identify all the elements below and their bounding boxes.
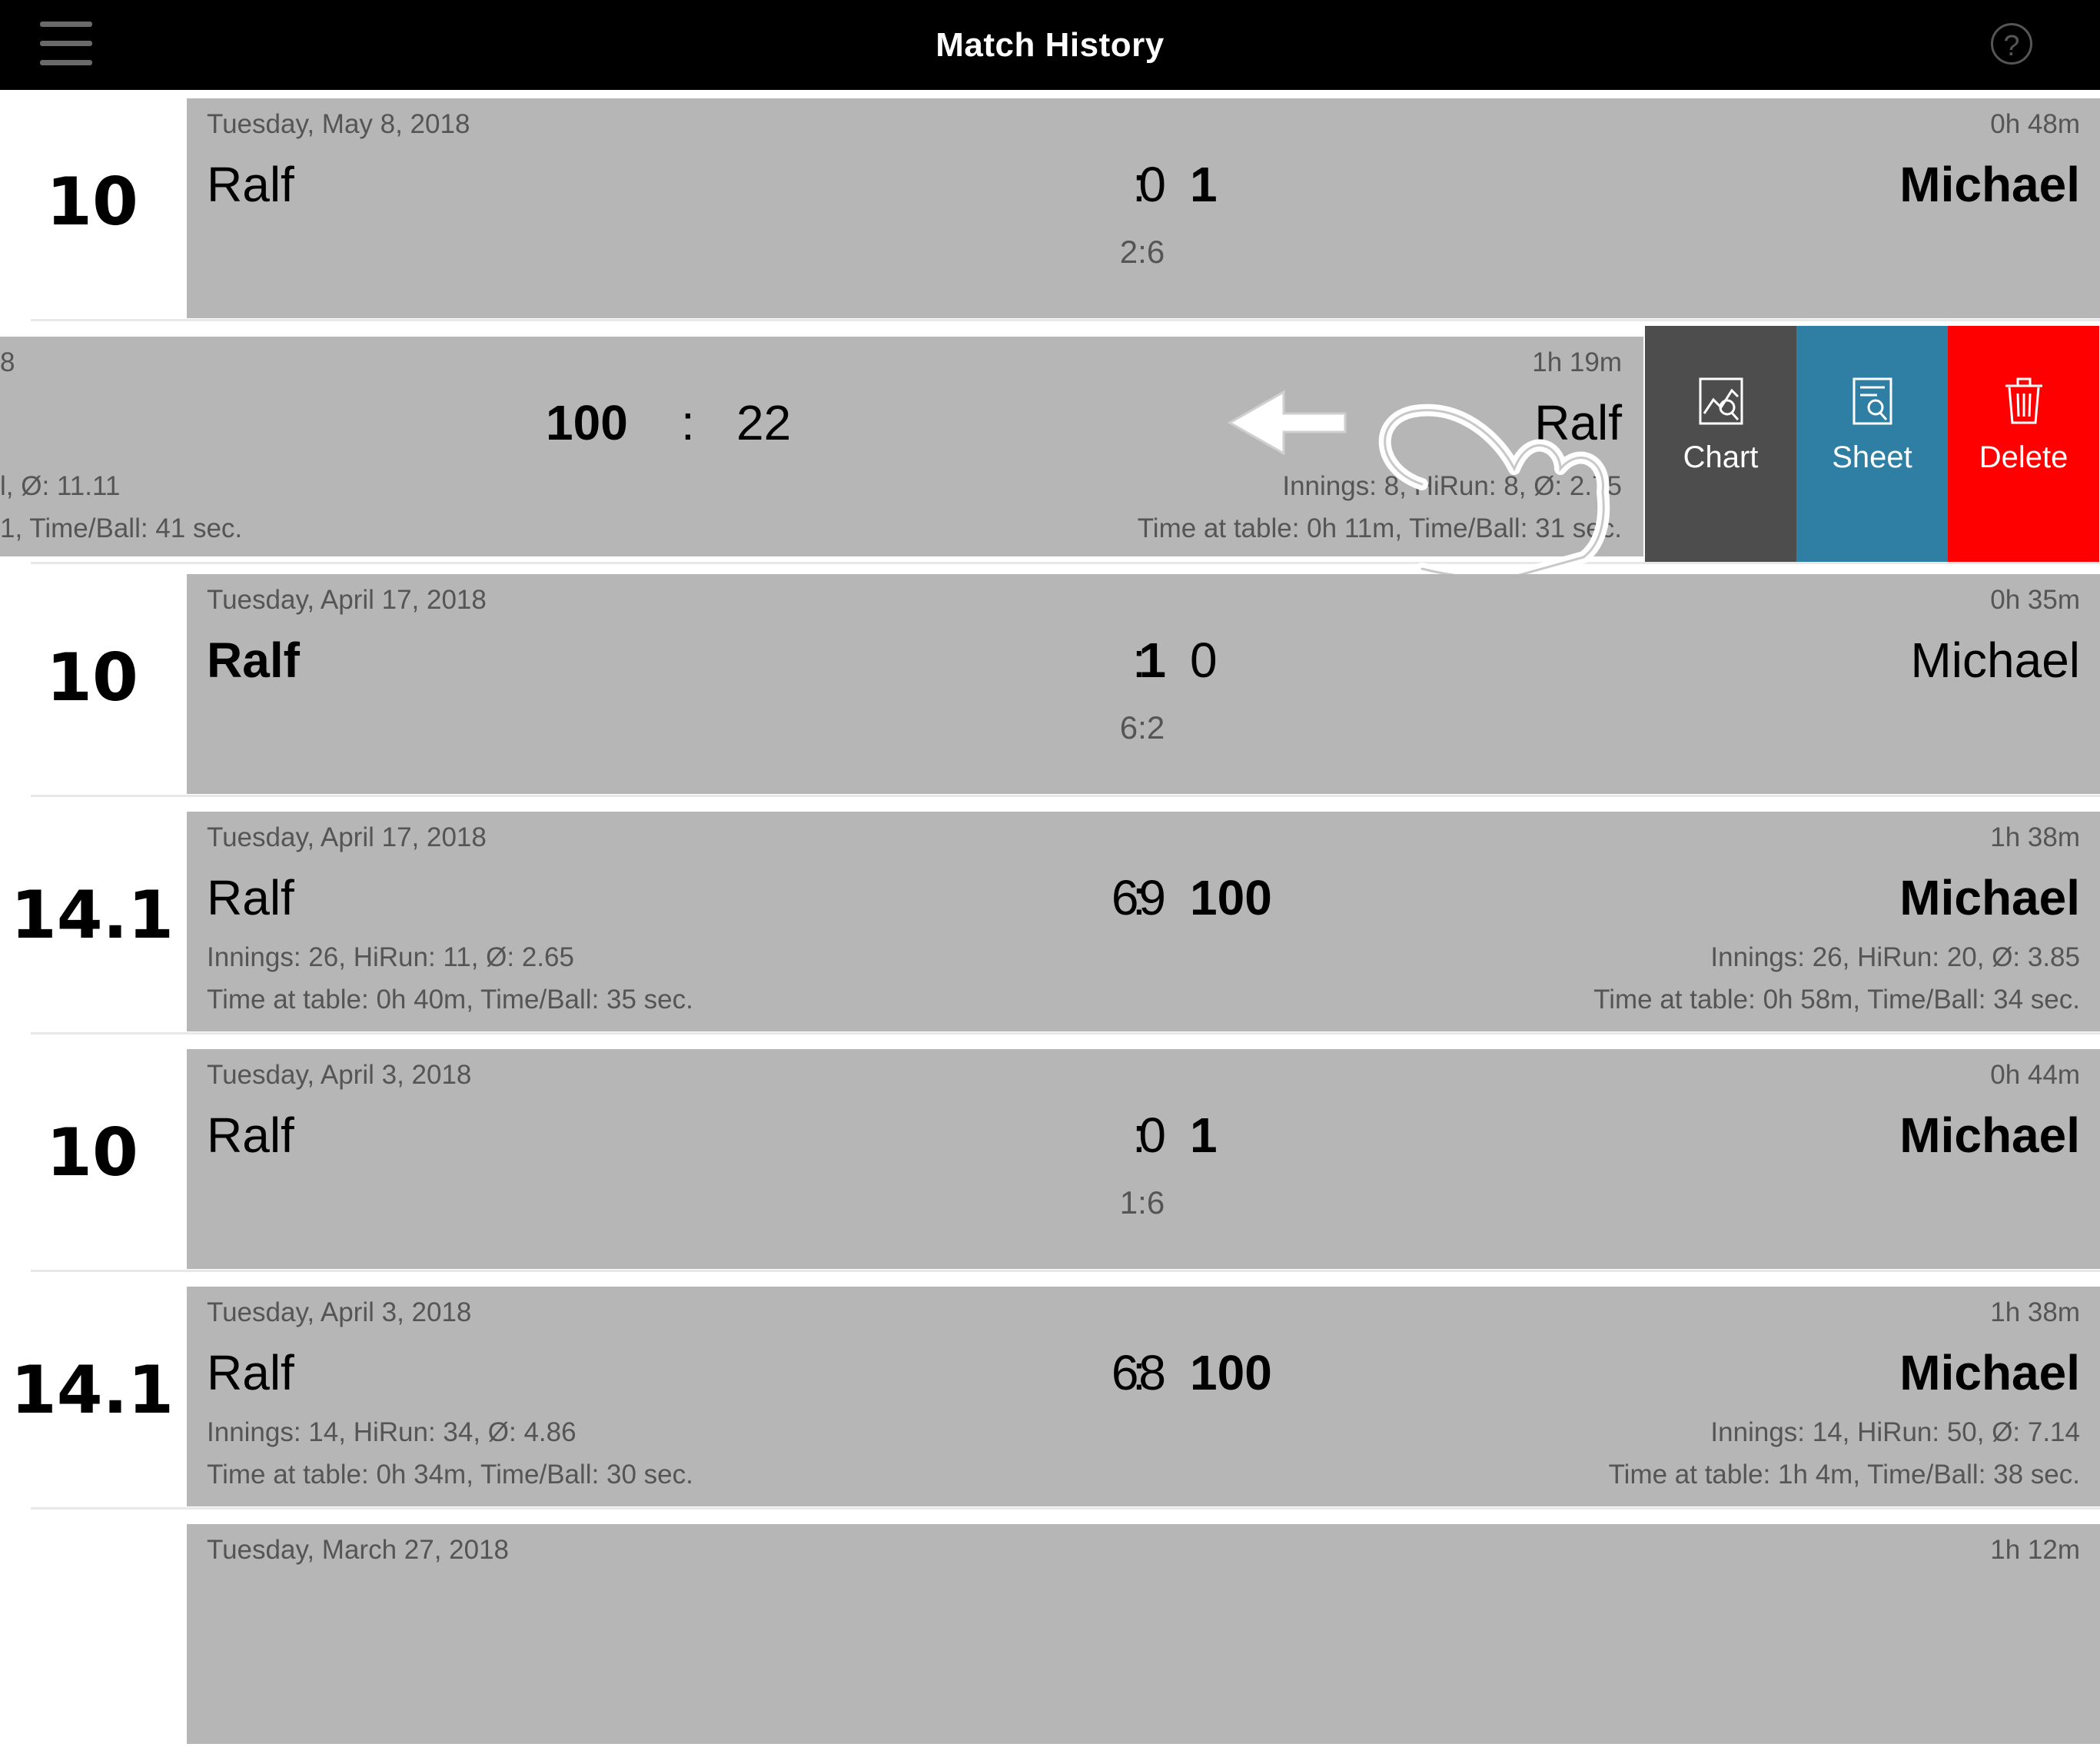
game-type: 10 [46, 1114, 138, 1191]
match-card[interactable]: Tuesday, May 8, 2018 0h 48m Ralf 0 : 1 M… [187, 98, 2100, 318]
sheet-button[interactable]: Sheet [1796, 326, 1948, 564]
player2-score: 22 [736, 395, 792, 450]
match-duration: 0h 44m [1990, 1060, 2080, 1090]
player2-name: Michael [1899, 1108, 2080, 1163]
player2-name: Michael [1899, 157, 2080, 212]
player2-stats: Innings: 14, HiRun: 50, Ø: 7.14 [1710, 1417, 2080, 1447]
game-type: 14.1 [10, 877, 174, 954]
player2-name: Michael [1910, 633, 2080, 688]
row-divider [31, 1270, 2100, 1272]
player1-name: Ralf [207, 1345, 294, 1400]
match-date: Tuesday, April 17, 2018 [207, 822, 487, 852]
player2-time-stats: Time at table: 1h 4m, Time/Ball: 38 sec. [1608, 1460, 2080, 1490]
player2-name: Michael [1899, 1345, 2080, 1400]
score-separator: : [1132, 633, 1146, 688]
match-date: Tuesday, April 17, 2018 [207, 585, 487, 615]
match-date: Tuesday, March 27, 2018 [207, 1535, 509, 1565]
match-duration: 1h 38m [1990, 1297, 2080, 1327]
row-divider [31, 1507, 2100, 1510]
player1-stats: Innings: 14, HiRun: 34, Ø: 4.86 [207, 1417, 577, 1447]
match-date: Tuesday, April 3, 2018 [207, 1060, 472, 1090]
match-card[interactable]: Tuesday, April 3, 2018 0h 44m Ralf 0 : 1… [187, 1049, 2100, 1269]
match-duration: 0h 48m [1990, 109, 2080, 139]
page-title: Match History [935, 26, 1165, 64]
game-type: 10 [46, 639, 138, 716]
row-divider [31, 795, 2100, 797]
sub-score: 6:2 [1119, 709, 1165, 746]
match-duration: 1h 19m [1532, 347, 1622, 377]
help-icon[interactable]: ? [1991, 23, 2032, 65]
sheet-icon [1852, 377, 1892, 425]
match-duration: 0h 35m [1990, 585, 2080, 615]
player2-score: 0 [1190, 633, 1218, 688]
match-card[interactable]: Tuesday, April 17, 2018 0h 35m Ralf 1 : … [187, 574, 2100, 794]
chart-label: Chart [1683, 440, 1759, 474]
score-separator: : [1132, 1108, 1146, 1163]
player1-stats: Innings: 26, HiRun: 11, Ø: 2.65 [207, 942, 574, 972]
player1-time-stats: Time at table: 0h 34m, Time/Ball: 30 sec… [207, 1460, 693, 1490]
delete-button[interactable]: Delete [1948, 326, 2099, 564]
game-type: 10 [46, 164, 138, 241]
row-divider [31, 319, 2100, 321]
player1-time-stats: 1, Time/Ball: 41 sec. [0, 513, 243, 543]
match-card[interactable]: Tuesday, March 27, 2018 1h 12m [187, 1524, 2100, 1744]
match-row[interactable]: 10 Tuesday, April 3, 2018 0h 44m Ralf 0 … [0, 1041, 2100, 1272]
match-date: 8 [0, 347, 15, 377]
match-date: Tuesday, April 3, 2018 [207, 1297, 472, 1327]
score-separator: : [1132, 870, 1146, 925]
sub-score: 2:6 [1119, 234, 1165, 270]
match-row[interactable]: Tuesday, March 27, 2018 1h 12m [0, 1516, 2100, 1747]
match-duration: 1h 38m [1990, 822, 2080, 852]
match-duration: 1h 12m [1990, 1535, 2080, 1565]
row-divider [31, 562, 2100, 564]
delete-label: Delete [1979, 440, 2068, 474]
match-row[interactable]: 10 Tuesday, April 17, 2018 0h 35m Ralf 1… [0, 566, 2100, 797]
player1-time-stats: Time at table: 0h 40m, Time/Ball: 35 sec… [207, 985, 693, 1015]
game-type: 14.1 [10, 1352, 174, 1429]
player1-name: Ralf [207, 1108, 294, 1163]
match-row-swiped[interactable]: 8 1h 19m 100 : 22 Ralf l, Ø: 11.11 1, Ti… [0, 326, 2100, 564]
row-divider [31, 1032, 2100, 1035]
score-separator: : [1132, 157, 1146, 212]
chart-button[interactable]: Chart [1645, 326, 1796, 564]
match-date: Tuesday, May 8, 2018 [207, 109, 470, 139]
match-row[interactable]: 14.1 Tuesday, April 17, 2018 1h 38m Ralf… [0, 804, 2100, 1035]
player2-name: Michael [1899, 870, 2080, 925]
player2-stats: Innings: 26, HiRun: 20, Ø: 3.85 [1710, 942, 2080, 972]
player1-name: Ralf [207, 633, 300, 688]
score-separator: : [1132, 1345, 1146, 1400]
player1-name: Ralf [207, 157, 294, 212]
score-separator: : [681, 395, 695, 450]
match-card[interactable]: Tuesday, April 17, 2018 1h 38m Ralf 69 :… [187, 812, 2100, 1031]
trash-icon [2005, 377, 2042, 424]
match-card[interactable]: Tuesday, April 3, 2018 1h 38m Ralf 68 : … [187, 1287, 2100, 1506]
player2-score: 100 [1190, 1345, 1272, 1400]
sub-score: 1:6 [1119, 1184, 1165, 1221]
player2-score: 1 [1190, 157, 1218, 212]
sheet-label: Sheet [1832, 440, 1912, 474]
player2-time-stats: Time at table: 0h 58m, Time/Ball: 34 sec… [1593, 985, 2080, 1015]
player2-score: 1 [1190, 1108, 1218, 1163]
nav-bar: Match History ? [0, 0, 2100, 90]
player2-score: 100 [1190, 870, 1272, 925]
player1-name: Ralf [207, 870, 294, 925]
player1-score: 100 [546, 395, 628, 450]
chart-icon [1699, 377, 1743, 425]
match-row[interactable]: 10 Tuesday, May 8, 2018 0h 48m Ralf 0 : … [0, 91, 2100, 321]
match-row[interactable]: 14.1 Tuesday, April 3, 2018 1h 38m Ralf … [0, 1279, 2100, 1510]
player1-stats: l, Ø: 11.11 [0, 471, 121, 501]
